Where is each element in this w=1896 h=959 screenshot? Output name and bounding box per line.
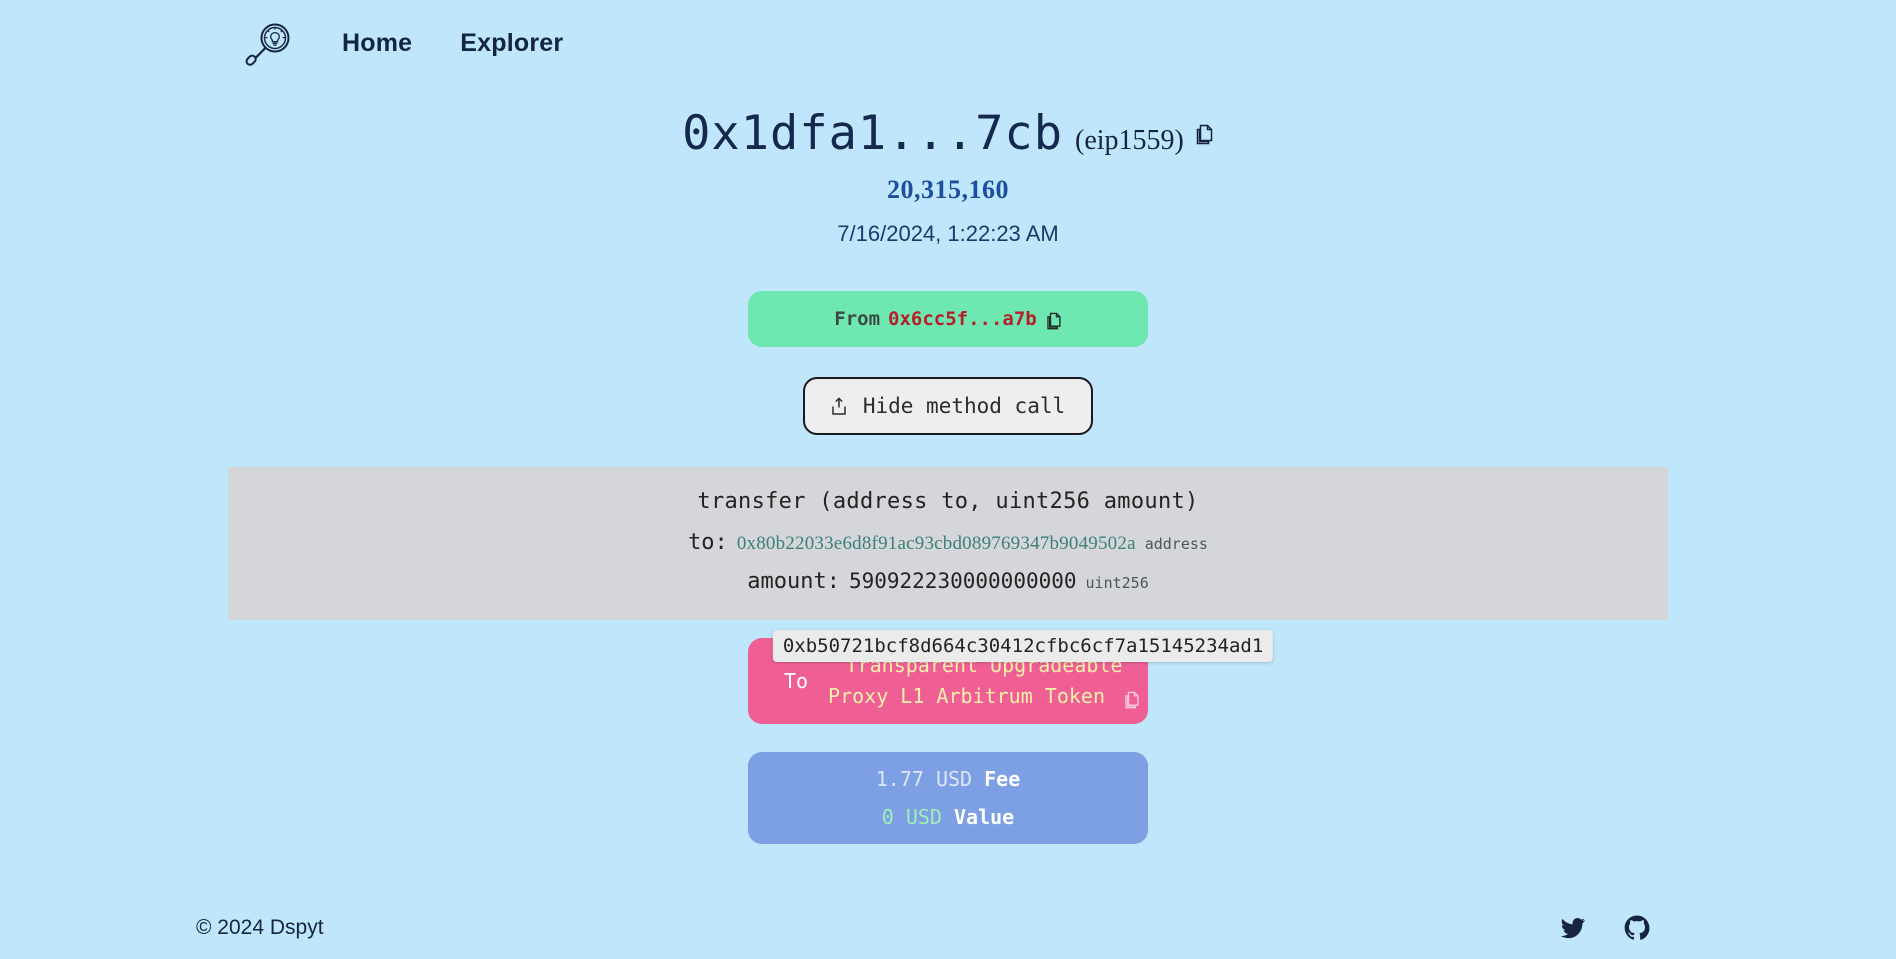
param-type-amount: uint256: [1085, 574, 1149, 592]
block-number: 20,315,160: [887, 175, 1009, 204]
fee-value-card[interactable]: 1.77 USD Fee 0 USD Value: [748, 752, 1148, 844]
nav-link-explorer[interactable]: Explorer: [460, 29, 563, 58]
twitter-icon[interactable]: [1560, 915, 1586, 941]
from-label: From: [834, 308, 881, 330]
method-button-wrapper: Hide method call: [0, 377, 1896, 435]
to-contract-name-line2: Proxy L1 Arbitrum Token: [828, 684, 1105, 708]
nav-link-home[interactable]: Home: [342, 29, 412, 58]
copy-from-address-icon[interactable]: [1045, 312, 1062, 331]
param-key-to: to:: [688, 530, 728, 555]
method-call-panel: transfer (address to, uint256 amount) to…: [228, 467, 1668, 620]
value-line: 0 USD Value: [882, 805, 1014, 829]
from-address-card[interactable]: From 0x6cc5f...a7b: [748, 291, 1148, 347]
to-address-section: 0xb50721bcf8d664c30412cfbc6cf7a15145234a…: [0, 630, 1896, 724]
param-type-to: address: [1144, 535, 1208, 553]
fee-word: Fee: [984, 767, 1021, 791]
transaction-type-label: (eip1559): [1075, 125, 1184, 156]
footer: © 2024 Dspyt: [0, 897, 1896, 959]
value-word: Value: [954, 805, 1015, 829]
to-label: To: [784, 669, 809, 693]
to-contract-name-line2-wrap: Proxy L1 Arbitrum Token: [824, 681, 1144, 712]
social-links: [1560, 915, 1650, 941]
github-icon[interactable]: [1624, 915, 1650, 941]
copy-hash-icon[interactable]: [1194, 124, 1214, 146]
method-param-to: to: 0x80b22033e6d8f91ac93cbd089769347b90…: [228, 530, 1668, 555]
copyright-text: © 2024 Dspyt: [196, 916, 324, 939]
share-upload-icon: [831, 396, 847, 416]
main-content: 0x1dfa1...7cb (eip1559) 20,315,160 7/16/…: [0, 106, 1896, 844]
method-param-amount: amount: 590922230000000000 uint256: [228, 569, 1668, 594]
transaction-title: 0x1dfa1...7cb (eip1559): [0, 106, 1896, 161]
hide-method-call-button[interactable]: Hide method call: [802, 377, 1094, 435]
value-amount: 0 USD: [881, 805, 942, 829]
param-key-amount: amount:: [747, 569, 840, 594]
fee-amount: 1.77 USD: [875, 767, 973, 791]
param-value-to: 0x80b22033e6d8f91ac93cbd089769347b904950…: [736, 533, 1136, 554]
param-value-amount: 590922230000000000: [848, 569, 1077, 593]
copy-to-address-icon[interactable]: [1123, 691, 1140, 710]
to-address-tooltip: 0xb50721bcf8d664c30412cfbc6cf7a15145234a…: [772, 630, 1274, 662]
transaction-timestamp: 7/16/2024, 1:22:23 AM: [837, 221, 1059, 246]
navbar: Home Explorer: [0, 0, 1896, 72]
hide-method-call-label: Hide method call: [862, 394, 1066, 418]
transaction-hash: 0x1dfa1...7cb: [682, 106, 1063, 161]
method-signature: transfer (address to, uint256 amount): [697, 489, 1199, 514]
magnifier-lightbulb-logo-icon[interactable]: [242, 15, 298, 71]
from-address: 0x6cc5f...a7b: [888, 308, 1037, 330]
fee-line: 1.77 USD Fee: [876, 767, 1021, 791]
